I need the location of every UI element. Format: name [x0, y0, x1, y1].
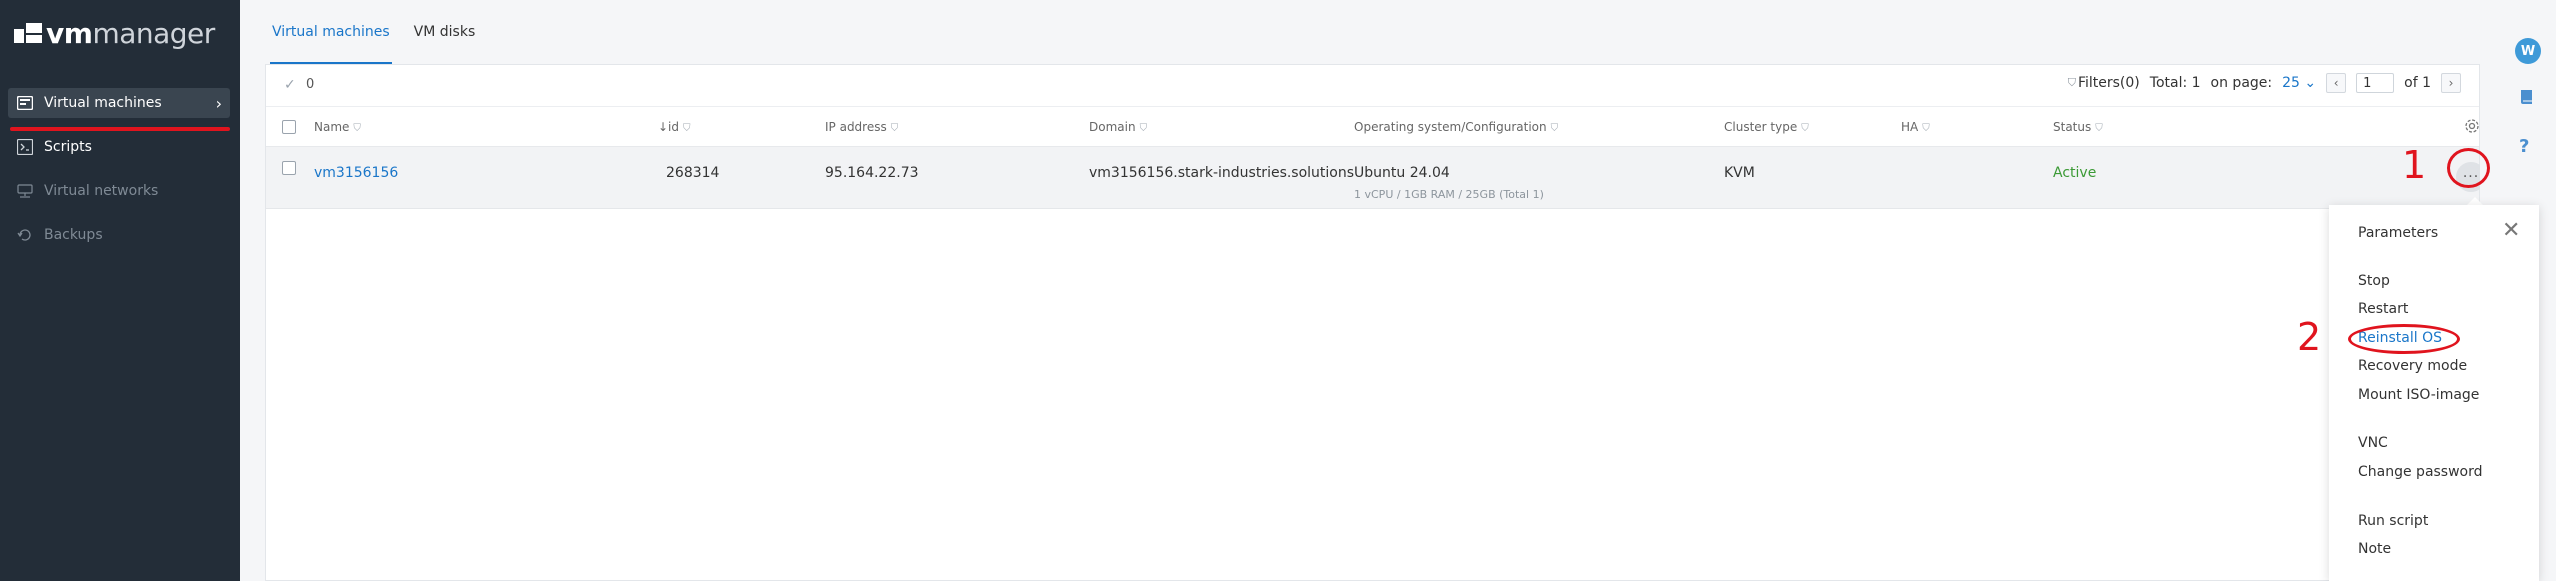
on-page-label: on page: [2210, 75, 2273, 91]
tab-vm-disks[interactable]: VM disks [412, 0, 478, 64]
prev-page-button[interactable]: ‹ [2326, 73, 2347, 93]
table-header: Name ⛉ ↓id ⛉ IP address ⛉ Domain ⛉ Operating… [266, 107, 2479, 147]
network-icon [16, 182, 34, 200]
column-label: Domain [1089, 120, 1136, 134]
vm-table-panel: ✓ 0 ⛉ Filters(0) Total: 1 on page: 25 ⌄ … [265, 64, 2486, 581]
close-icon[interactable]: ✕ [2502, 218, 2520, 243]
next-page-button[interactable]: › [2441, 73, 2461, 93]
vm-id: 268314 [666, 165, 720, 181]
annotation-circle-actions [2447, 148, 2490, 188]
sidebar-item-scripts[interactable]: Scripts [8, 132, 230, 162]
annotation-circle-reinstall [2348, 324, 2460, 354]
filter-icon: ⛉ [2067, 76, 2076, 89]
filter-icon[interactable]: ⛉ [683, 123, 691, 134]
vm-cluster: KVM [1724, 165, 1755, 181]
chevron-right-icon: › [215, 94, 222, 113]
row-checkbox[interactable] [282, 161, 296, 175]
sidebar: vmmanager Virtual machines › Scripts Vir… [0, 0, 240, 581]
column-label: HA [1901, 120, 1919, 134]
menu-caret [2467, 197, 2483, 205]
filter-icon[interactable]: ⛉ [1801, 123, 1809, 134]
vm-ip: 95.164.22.73 [825, 165, 919, 181]
vm-icon [16, 94, 34, 112]
top-tabs: Virtual machines VM disks [270, 0, 497, 64]
menu-item-restart[interactable]: Restart [2358, 301, 2408, 317]
book-icon[interactable] [2519, 88, 2535, 111]
per-page-select[interactable]: 25 ⌄ [2282, 75, 2316, 91]
column-label: Cluster type [1724, 120, 1798, 134]
sidebar-item-virtual-networks[interactable]: Virtual networks [8, 176, 230, 206]
annotation-step-1: 1 [2402, 143, 2427, 187]
vm-status: Active [2053, 165, 2097, 181]
avatar[interactable]: W [2515, 38, 2541, 64]
column-label: Operating system/Configuration [1354, 120, 1547, 134]
sidebar-item-label: Backups [44, 227, 103, 243]
column-settings-icon[interactable] [2464, 118, 2480, 137]
scripts-icon [16, 138, 34, 156]
logo-mark-icon [14, 23, 42, 45]
page-input[interactable] [2356, 73, 2395, 93]
menu-title: Parameters [2358, 225, 2439, 241]
annotation-underline [10, 127, 230, 131]
sidebar-item-label: Scripts [44, 139, 92, 155]
logo-text-bold: vm [46, 17, 93, 50]
pagination: ⛉ Filters(0) Total: 1 on page: 25 ⌄ ‹ of… [2058, 73, 2461, 93]
menu-item-run-script[interactable]: Run script [2358, 513, 2428, 529]
column-header-os[interactable]: Operating system/Configuration ⛉ [1354, 120, 1558, 134]
per-page-value: 25 [2282, 75, 2300, 91]
vm-domain: vm3156156.stark-industries.solutions [1089, 165, 1355, 181]
vm-os: Ubuntu 24.04 [1354, 165, 1450, 181]
column-label: IP address [825, 120, 887, 134]
menu-item-stop[interactable]: Stop [2358, 273, 2390, 289]
column-label: Status [2053, 120, 2092, 134]
vm-name-link[interactable]: vm3156156 [314, 165, 398, 181]
column-header-name[interactable]: Name ⛉ [314, 120, 361, 134]
sidebar-item-backups[interactable]: Backups [8, 220, 230, 250]
table-toolbar: ✓ 0 ⛉ Filters(0) Total: 1 on page: 25 ⌄ … [266, 65, 2479, 107]
table-row[interactable]: vm3156156 268314 95.164.22.73 vm3156156.… [266, 147, 2486, 209]
menu-item-recovery-mode[interactable]: Recovery mode [2358, 358, 2467, 374]
backup-icon [16, 226, 34, 244]
column-header-id[interactable]: ↓id ⛉ [658, 120, 691, 134]
column-header-domain[interactable]: Domain ⛉ [1089, 120, 1147, 134]
total-count: Total: 1 [2149, 75, 2201, 91]
tab-virtual-machines[interactable]: Virtual machines [270, 0, 392, 64]
sidebar-item-label: Virtual machines [44, 95, 162, 111]
filter-icon[interactable]: ⛉ [1551, 123, 1559, 134]
filter-icon[interactable]: ⛉ [1140, 123, 1148, 134]
column-label: ↓id [658, 120, 680, 134]
select-all-checkbox[interactable] [282, 120, 296, 134]
logo-text-light: manager [92, 17, 215, 50]
page-total: of 1 [2404, 75, 2431, 91]
row-actions-menu: Parameters ✕ Stop Restart Reinstall OS R… [2329, 205, 2539, 581]
check-icon: ✓ [284, 77, 296, 93]
column-header-cluster[interactable]: Cluster type ⛉ [1724, 120, 1809, 134]
vm-config: 1 vCPU / 1GB RAM / 25GB (Total 1) [1354, 188, 1544, 201]
annotation-step-2: 2 [2297, 315, 2322, 359]
sidebar-item-label: Virtual networks [44, 183, 159, 199]
column-header-ha[interactable]: HA ⛉ [1901, 120, 1930, 134]
help-icon[interactable]: ? [2519, 136, 2529, 157]
menu-item-change-password[interactable]: Change password [2358, 464, 2483, 480]
filter-icon[interactable]: ⛉ [891, 123, 899, 134]
column-label: Name [314, 120, 350, 134]
chevron-down-icon: ⌄ [2304, 75, 2317, 91]
selected-count: 0 [306, 77, 315, 92]
filters-button[interactable]: Filters(0) [2078, 75, 2140, 91]
column-header-status[interactable]: Status ⛉ [2053, 120, 2103, 134]
menu-item-note[interactable]: Note [2358, 541, 2391, 557]
filter-icon[interactable]: ⛉ [2095, 123, 2103, 134]
menu-item-mount-iso[interactable]: Mount ISO-image [2358, 387, 2479, 403]
chevron-left-icon: ‹ [2333, 76, 2339, 90]
column-header-ip[interactable]: IP address ⛉ [825, 120, 898, 134]
filter-icon[interactable]: ⛉ [353, 123, 361, 134]
chevron-right-icon: › [2448, 76, 2454, 90]
filter-icon[interactable]: ⛉ [1922, 123, 1930, 134]
app-logo[interactable]: vmmanager [14, 20, 215, 48]
sidebar-item-virtual-machines[interactable]: Virtual machines › [8, 88, 230, 118]
menu-item-vnc[interactable]: VNC [2358, 435, 2388, 451]
